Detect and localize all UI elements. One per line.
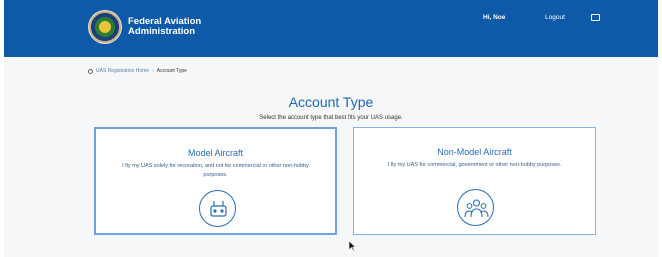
brand-line-2: Administration — [128, 26, 196, 37]
top-header: Federal Aviation Administration Hi, Noe … — [4, 0, 658, 57]
mail-icon[interactable] — [591, 14, 600, 21]
card-description: I fly my UAS for commercial, government … — [387, 162, 562, 168]
drone-controller-icon — [199, 190, 236, 227]
card-title: Model Aircraft — [187, 148, 244, 158]
card-title: Non-Model Aircraft — [437, 147, 512, 157]
page: Federal Aviation Administration Hi, Noe … — [4, 0, 658, 257]
home-icon — [88, 68, 93, 74]
brand-name[interactable]: Federal Aviation Administration — [128, 17, 228, 37]
people-group-icon — [457, 189, 494, 226]
page-subtitle: Select the account type that best fits y… — [259, 115, 403, 121]
page-title: Account Type — [288, 94, 374, 110]
breadcrumb-separator: › — [152, 68, 154, 74]
model-aircraft-card[interactable]: Model Aircraft I fly my UAS solely for r… — [94, 127, 337, 235]
logout-link[interactable]: Logout — [545, 14, 565, 21]
breadcrumb-home-link[interactable]: UAS Registration Home — [96, 68, 149, 74]
non-model-aircraft-card[interactable]: Non-Model Aircraft I fly my UAS for comm… — [353, 127, 596, 235]
mouse-cursor-icon — [348, 240, 356, 252]
breadcrumb: UAS Registration Home › Account Type — [88, 68, 187, 74]
breadcrumb-current: Account Type — [156, 68, 187, 74]
card-description: I fly my UAS solely for recreation, and … — [122, 163, 309, 178]
faa-seal-logo[interactable] — [88, 10, 122, 44]
user-greeting[interactable]: Hi, Noe — [483, 14, 505, 21]
